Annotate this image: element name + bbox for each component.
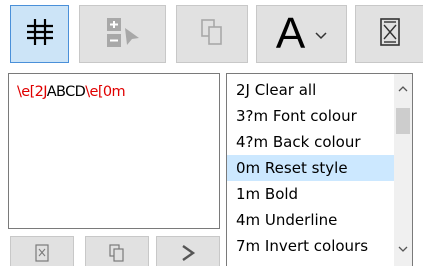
clear-button[interactable]	[355, 5, 423, 63]
chevron-right-icon	[179, 244, 197, 266]
list-item[interactable]: 4m Underline	[227, 207, 395, 233]
scrollbar-thumb[interactable]	[396, 108, 410, 134]
list-item[interactable]: 4?m Back colour	[227, 129, 395, 155]
copy-text-button[interactable]	[85, 236, 149, 266]
plain-text-segment: ABCD	[46, 84, 86, 100]
list-item-selected[interactable]: 0m Reset style	[227, 155, 395, 181]
hash-grid-icon	[25, 17, 55, 51]
insert-code-button[interactable]	[156, 236, 220, 266]
escape-code-segment: \e[0m	[85, 84, 126, 100]
escape-code-segment: \e[2J	[17, 84, 47, 100]
list-item[interactable]: 1m Bold	[227, 181, 395, 207]
clear-text-button[interactable]	[10, 236, 74, 266]
escape-codes-list[interactable]: 2J Clear all 3?m Font colour 4?m Back co…	[226, 73, 413, 266]
scroll-up-icon[interactable]	[396, 82, 410, 96]
copy-icon	[199, 17, 225, 51]
list-item[interactable]: 2J Clear all	[227, 77, 395, 103]
clear-icon	[379, 17, 401, 51]
grid-button[interactable]	[10, 5, 69, 63]
escape-sequence-editor[interactable]: \e[2JABCD\e[0m	[8, 73, 220, 229]
font-button-label: A	[275, 9, 306, 58]
copy-button[interactable]	[176, 5, 248, 63]
plus-minus-button[interactable]	[79, 5, 166, 63]
chevron-down-icon	[315, 25, 327, 44]
list-item[interactable]: 3?m Font colour	[227, 103, 395, 129]
copy-icon	[109, 244, 125, 266]
list-item[interactable]: 7m Invert colours	[227, 233, 395, 259]
font-button[interactable]: A	[256, 5, 347, 63]
scroll-down-icon[interactable]	[396, 242, 410, 256]
plus-minus-cursor-icon	[103, 14, 143, 54]
clear-icon	[35, 244, 49, 266]
vertical-scrollbar[interactable]	[394, 74, 412, 266]
